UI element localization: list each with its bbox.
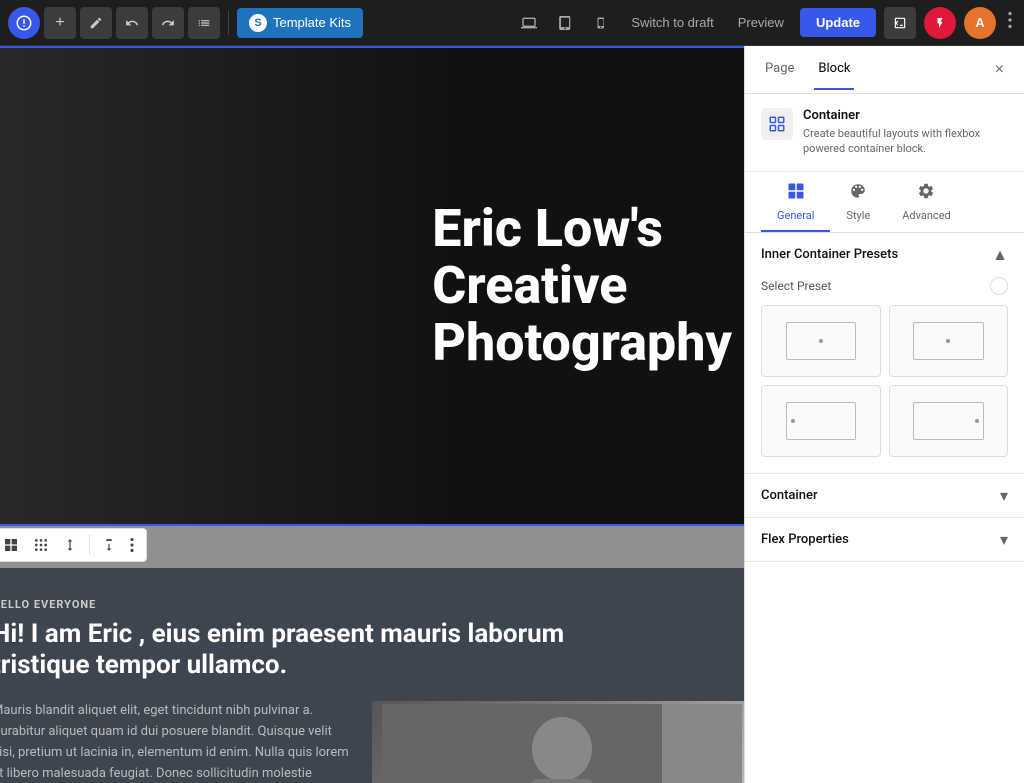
container-section-header[interactable]: Container ▾: [745, 474, 1024, 517]
container-section: Container ▾: [745, 474, 1024, 518]
content-row: Mauris blandit aliquet elit, eget tincid…: [0, 701, 744, 783]
preset-inner-4: [913, 402, 984, 441]
redo-button[interactable]: [152, 7, 184, 39]
content-section: HELLO EVERYONE Hi! I am Eric , eius enim…: [0, 568, 744, 783]
more-options-button[interactable]: [1004, 12, 1016, 33]
preset-card-2[interactable]: [889, 305, 1009, 377]
preset-card-4[interactable]: [889, 385, 1009, 457]
inner-container-presets-title: Inner Container Presets: [761, 247, 898, 262]
draw-button[interactable]: [80, 7, 112, 39]
tablet-device-button[interactable]: [551, 9, 579, 37]
block-pin-button[interactable]: [96, 534, 122, 556]
desktop-device-button[interactable]: [515, 9, 543, 37]
preset-card-3[interactable]: [761, 385, 881, 457]
hello-label: HELLO EVERYONE: [0, 598, 744, 611]
preset-inner-3: [786, 402, 857, 441]
block-description: Create beautiful layouts with flexbox po…: [803, 126, 1008, 157]
preset-card-1[interactable]: [761, 305, 881, 377]
block-icon: [761, 108, 793, 140]
block-tab-general[interactable]: General: [761, 172, 830, 232]
block-tab-general-label: General: [777, 209, 814, 222]
style-tab-icon: [849, 182, 867, 205]
toolbar-divider-1: [228, 11, 229, 35]
preset-dot-4: [975, 419, 979, 423]
panel-header: Page Block ×: [745, 46, 1024, 94]
content-image: [372, 701, 744, 783]
select-preset-label: Select Preset: [761, 279, 831, 293]
preset-inner-2: [913, 322, 984, 361]
advanced-tab-icon: [917, 182, 935, 205]
panel-close-button[interactable]: ×: [991, 57, 1008, 83]
block-tab-style-label: Style: [846, 209, 870, 222]
content-text: Mauris blandit aliquet elit, eget tincid…: [0, 701, 352, 783]
intro-heading: Hi! I am Eric , eius enim praesent mauri…: [0, 619, 572, 681]
right-panel: Page Block × Container Create beautiful …: [744, 46, 1024, 783]
toolbar-right-group: Switch to draft Preview Update A: [515, 7, 1016, 39]
preset-dot-3: [791, 419, 795, 423]
inner-container-presets-chevron: ▲: [992, 245, 1008, 265]
canvas-inner: Eric Low's Creative Photography: [0, 46, 744, 783]
avatar-button[interactable]: A: [964, 7, 996, 39]
add-block-button[interactable]: +: [44, 7, 76, 39]
container-section-title: Container: [761, 488, 818, 503]
block-tab-advanced[interactable]: Advanced: [886, 172, 966, 232]
block-info: Container Create beautiful layouts with …: [745, 94, 1024, 172]
select-preset-radio[interactable]: [990, 277, 1008, 295]
block-dots-button[interactable]: [27, 533, 55, 557]
inner-container-presets-header[interactable]: Inner Container Presets ▲: [745, 233, 1024, 277]
switch-draft-button[interactable]: Switch to draft: [623, 11, 721, 34]
mobile-device-button[interactable]: [587, 9, 615, 37]
main-toolbar: + S Template Kits Switch to draft Previe…: [0, 0, 1024, 46]
preview-button[interactable]: Preview: [730, 11, 792, 34]
block-grid-button[interactable]: [0, 533, 25, 557]
list-button[interactable]: [188, 7, 220, 39]
container-chevron: ▾: [1000, 486, 1008, 505]
flex-properties-section: Flex Properties ▾: [745, 518, 1024, 562]
block-more-button[interactable]: [124, 534, 140, 556]
select-preset-row: Select Preset: [761, 277, 1008, 295]
undo-button[interactable]: [116, 7, 148, 39]
block-info-text: Container Create beautiful layouts with …: [803, 108, 1008, 157]
flex-properties-title: Flex Properties: [761, 532, 849, 547]
template-kits-button[interactable]: S Template Kits: [237, 8, 363, 38]
block-toolbar-separator: [89, 535, 90, 555]
presets-grid: [761, 305, 1008, 457]
elementor-bolt-button[interactable]: [924, 7, 956, 39]
inner-container-presets-section: Inner Container Presets ▲ Select Preset: [745, 233, 1024, 474]
panel-tab-block[interactable]: Block: [814, 49, 854, 90]
update-button[interactable]: Update: [800, 8, 876, 37]
block-tab-advanced-label: Advanced: [902, 209, 950, 222]
block-tab-style[interactable]: Style: [830, 172, 886, 232]
block-tabs: General Style Advanced: [745, 172, 1024, 233]
block-title: Container: [803, 108, 1008, 123]
panel-toggle-button[interactable]: [884, 7, 916, 39]
block-toolbar: [0, 528, 147, 562]
preset-dot-1: [819, 339, 823, 343]
block-toolbar-row: [0, 526, 744, 568]
preset-inner-1: [786, 322, 857, 361]
hero-title: Eric Low's Creative Photography: [432, 200, 732, 372]
flex-properties-chevron: ▾: [1000, 530, 1008, 549]
general-tab-icon: [787, 182, 805, 205]
canvas[interactable]: Eric Low's Creative Photography: [0, 46, 744, 783]
main-area: Eric Low's Creative Photography: [0, 46, 1024, 783]
inner-container-presets-content: Select Preset: [745, 277, 1024, 473]
hero-section[interactable]: Eric Low's Creative Photography: [0, 46, 744, 526]
flex-properties-header[interactable]: Flex Properties ▾: [745, 518, 1024, 561]
preset-dot-2: [946, 339, 950, 343]
wp-logo[interactable]: [8, 7, 40, 39]
panel-tab-page[interactable]: Page: [761, 49, 798, 90]
block-arrows-button[interactable]: [57, 533, 83, 557]
